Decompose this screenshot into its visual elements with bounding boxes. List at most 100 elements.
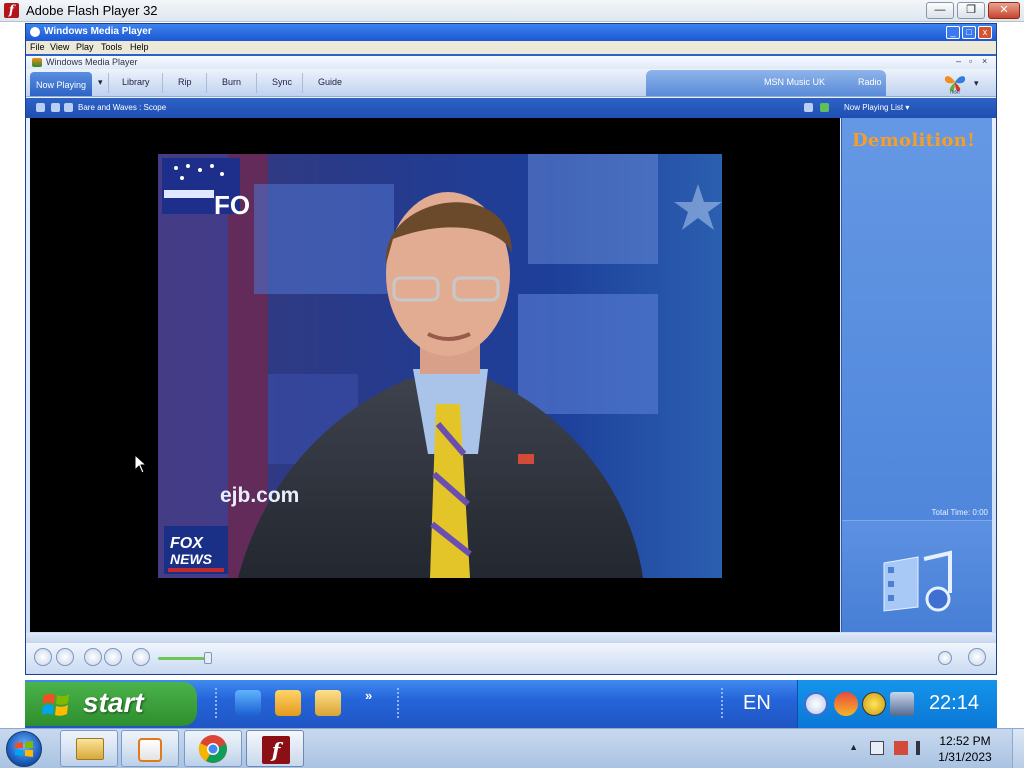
clock-app-icon[interactable]	[275, 690, 301, 716]
chrome-icon	[198, 735, 227, 763]
folder-icon[interactable]	[315, 690, 341, 716]
flash-window-title: Adobe Flash Player 32	[26, 3, 158, 18]
xp-clock: 22:14	[928, 692, 979, 714]
wmp-tab-bar: Now Playing ▾ Library Rip Burn Sync Guid…	[26, 69, 996, 97]
menu-play[interactable]: Play	[76, 42, 94, 52]
wmp-window-title: Windows Media Player	[44, 26, 152, 37]
tab-separator	[162, 73, 163, 93]
now-playing-list-dropdown[interactable]: Now Playing List ▾	[844, 103, 909, 112]
next-button[interactable]	[104, 648, 122, 666]
quick-launch-grip[interactable]	[215, 688, 218, 718]
win7-clock-time[interactable]: 12:52 PM	[930, 734, 1000, 748]
mouse-pointer-icon	[134, 454, 148, 474]
play-button[interactable]	[34, 648, 52, 666]
windows-logo-icon	[15, 741, 33, 757]
msn-dropdown-icon[interactable]: ▾	[974, 78, 979, 89]
video-watermark: ejb.com	[220, 484, 299, 507]
wmp-title-bar[interactable]: Windows Media Player _ □ x	[26, 24, 996, 41]
tab-now-playing-dropdown-icon[interactable]: ▾	[98, 77, 103, 88]
volume-knob[interactable]	[204, 652, 212, 664]
win7-clock-date[interactable]: 1/31/2023	[930, 750, 1000, 764]
tab-rip[interactable]: Rip	[178, 77, 192, 87]
language-bar-grip[interactable]	[721, 688, 724, 718]
menu-help[interactable]: Help	[130, 42, 149, 52]
inner-minimize-icon[interactable]: –	[956, 56, 961, 66]
skin-mode-icon[interactable]	[820, 103, 829, 112]
xp-taskbar: start » EN 22:14	[25, 680, 997, 728]
flash-title-bar[interactable]: f Adobe Flash Player 32 — ❐ ✕	[0, 0, 1024, 22]
windows-flag-icon	[42, 693, 69, 716]
taskbar-media-player-button[interactable]	[121, 730, 179, 767]
track-info-strip: Bare and Waves : Scope Now Playing List …	[26, 98, 996, 118]
stop-button[interactable]	[56, 648, 74, 666]
language-indicator[interactable]: EN	[743, 692, 771, 715]
wmp-logo-icon	[30, 27, 40, 37]
tab-library[interactable]: Library	[122, 77, 150, 87]
album-art-area	[842, 520, 992, 632]
now-playing-list-label: Now Playing List	[844, 103, 904, 112]
previous-visualization-icon[interactable]	[51, 103, 60, 112]
network-error-icon[interactable]	[894, 741, 908, 755]
volume-icon[interactable]	[916, 741, 930, 755]
previous-button[interactable]	[84, 648, 102, 666]
tab-msn-music[interactable]: MSN Music UK	[764, 77, 825, 87]
wmp-skin: Windows Media Player – ▫ × Now Playing ▾…	[26, 56, 996, 674]
next-visualization-icon[interactable]	[64, 103, 73, 112]
mute-button[interactable]	[132, 648, 150, 666]
tab-separator	[256, 73, 257, 93]
close-button[interactable]: ✕	[988, 2, 1020, 19]
taskbar-flash-player-button[interactable]: f	[246, 730, 304, 767]
visualization-icon[interactable]	[36, 103, 45, 112]
msn-messenger-icon[interactable]	[834, 692, 858, 716]
menu-tools[interactable]: Tools	[101, 42, 122, 52]
internet-explorer-icon[interactable]	[235, 690, 261, 716]
tab-now-playing[interactable]: Now Playing	[30, 72, 93, 96]
start-button[interactable]: start	[25, 682, 197, 726]
wmp-close-button[interactable]: x	[978, 26, 992, 39]
tab-separator	[302, 73, 303, 93]
volume-slider[interactable]	[158, 657, 210, 660]
tab-burn[interactable]: Burn	[222, 77, 241, 87]
music-video-icon	[883, 550, 952, 612]
taskbar-chrome-button[interactable]	[184, 730, 242, 767]
inner-restore-icon[interactable]: ▫	[969, 56, 972, 66]
msn-butterfly-icon[interactable]: msn	[942, 72, 968, 94]
tab-sync[interactable]: Sync	[272, 77, 292, 87]
action-center-icon[interactable]	[870, 741, 884, 755]
quick-launch-chevron[interactable]: »	[365, 688, 372, 703]
now-playing-list-pane[interactable]: Demolition! Total Time: 0:00	[841, 118, 992, 632]
video-pane[interactable]: FO ejb.com FOX NEWS	[30, 118, 840, 632]
maximize-button[interactable]: ❐	[957, 2, 985, 19]
network-globe-icon[interactable]	[862, 692, 886, 716]
tab-separator	[108, 73, 109, 93]
wmp-maximize-button[interactable]: □	[962, 26, 976, 39]
fox-news-logo-news: NEWS	[170, 551, 213, 567]
tab-radio[interactable]: Radio	[858, 77, 882, 87]
tab-separator	[206, 73, 207, 93]
total-time: Total Time: 0:00	[931, 508, 988, 517]
playlist-title: Demolition!	[852, 130, 976, 151]
menu-view[interactable]: View	[50, 42, 69, 52]
shuffle-button[interactable]	[968, 648, 986, 666]
network-connection-icon[interactable]	[890, 692, 914, 716]
fullscreen-icon[interactable]	[804, 103, 813, 112]
show-hidden-icons-button[interactable]: ▲	[849, 742, 858, 752]
wmp-minimize-button[interactable]: _	[946, 26, 960, 39]
file-explorer-icon	[76, 738, 104, 760]
win7-start-orb[interactable]	[6, 731, 42, 767]
minimize-button[interactable]: —	[926, 2, 954, 19]
taskbar-explorer-button[interactable]	[60, 730, 118, 767]
fox-news-logo-fox: FOX	[170, 535, 204, 552]
flash-icon: f	[262, 736, 290, 764]
equalizer-icon[interactable]	[938, 651, 952, 665]
wmp-inner-title-bar[interactable]: Windows Media Player – ▫ ×	[26, 56, 996, 69]
tab-guide[interactable]: Guide	[318, 77, 342, 87]
inner-close-icon[interactable]: ×	[982, 56, 987, 66]
tray-expand-icon[interactable]	[804, 692, 828, 716]
show-desktop-button[interactable]	[1012, 729, 1024, 768]
menu-file[interactable]: File	[30, 42, 45, 52]
fox-logo-partial: FO	[214, 190, 250, 220]
taskbar-grip[interactable]	[397, 688, 400, 718]
seek-bar[interactable]	[26, 633, 996, 643]
media-player-icon	[138, 738, 162, 762]
